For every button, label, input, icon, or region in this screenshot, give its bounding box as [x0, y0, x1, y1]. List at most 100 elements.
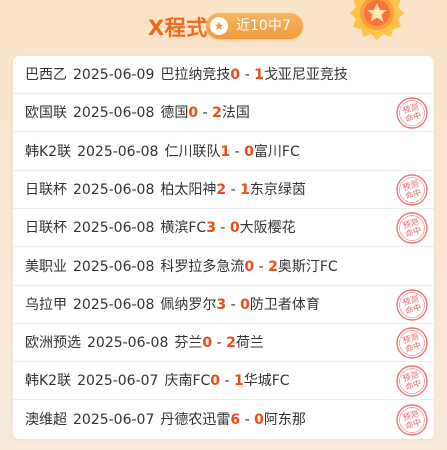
prediction-hit-stamp: 预测命中: [396, 212, 428, 244]
page-title: X程式: [148, 16, 208, 40]
prediction-hit-stamp: 预测命中: [396, 403, 428, 436]
home-team: 佩纳罗尔: [160, 296, 217, 313]
match-row[interactable]: 日联杯 2025-06-08 柏太阳神2 - 1东京绿茵 预测 命中: [13, 171, 434, 209]
home-score: 0: [230, 67, 241, 83]
score-separator: -: [226, 296, 241, 313]
home-team: 芬兰: [174, 335, 203, 352]
score-separator: -: [240, 411, 255, 428]
match-text: 日联杯 2025-06-08 柏太阳神2 - 1东京绿茵: [25, 171, 306, 209]
home-team: 科罗拉多急流: [160, 258, 245, 275]
away-score: 0: [240, 296, 250, 313]
league-name: 欧国联: [25, 105, 67, 122]
match-date: 2025-06-08: [77, 143, 159, 160]
score-separator: -: [220, 373, 234, 390]
score-separator: -: [226, 181, 241, 198]
league-name: 韩K2联: [25, 143, 72, 160]
home-team: 德国: [160, 105, 189, 122]
home-team: 巴拉纳竞技: [160, 67, 231, 83]
match-row[interactable]: 韩K2联 2025-06-08 仁川联队1 - 0富川FC: [13, 133, 434, 171]
match-list: 巴西乙 2025-06-09 巴拉纳竞技0 - 1戈亚尼亚竞技 欧国联 2025-06-…: [13, 56, 434, 439]
match-date: 2025-06-07: [77, 373, 159, 390]
match-text: 韩K2联 2025-06-08 仁川联队1 - 0富川FC: [25, 133, 300, 171]
home-score: 0: [188, 105, 199, 122]
match-date: 2025-06-09: [73, 67, 155, 83]
record-badge-label: 近10中7: [236, 18, 291, 34]
record-badge: ★ 近10中7: [206, 13, 303, 39]
home-score: 0: [244, 258, 255, 275]
match-text: 巴西乙 2025-06-09 巴拉纳竞技0 - 1戈亚尼亚竞技: [25, 56, 348, 94]
league-name: 乌拉甲: [25, 296, 67, 313]
match-date: 2025-06-07: [73, 411, 155, 428]
away-team: 东京绿茵: [249, 181, 306, 198]
league-name: 澳维超: [25, 411, 67, 428]
match-row[interactable]: 巴西乙 2025-06-09 巴拉纳竞技0 - 1戈亚尼亚竞技: [13, 56, 434, 94]
league-name: 日联杯: [25, 181, 67, 198]
match-date: 2025-06-08: [73, 296, 155, 313]
match-text: 乌拉甲 2025-06-08 佩纳罗尔3 - 0防卫者体育: [25, 286, 320, 324]
league-name: 韩K2联: [25, 373, 72, 390]
away-score: 1: [254, 67, 264, 83]
league-name: 欧洲预选: [25, 335, 81, 352]
away-team: 大阪樱花: [239, 220, 296, 237]
home-team: 丹德农迅雷: [160, 411, 231, 428]
home-score: 0: [210, 373, 221, 390]
away-team: 戈亚尼亚竞技: [263, 67, 348, 83]
match-text: 澳维超 2025-06-07 丹德农迅雷6 - 0阿东那: [25, 401, 306, 439]
home-score: 3: [206, 220, 216, 237]
match-row[interactable]: 欧国联 2025-06-08 德国0 - 2法国 预测 命中: [13, 94, 434, 133]
league-name: 日联杯: [25, 220, 67, 237]
prediction-hit-stamp: 预测命中: [396, 174, 428, 206]
score-separator: -: [230, 143, 245, 160]
home-team: 庆南FC: [164, 373, 211, 390]
home-score: 2: [216, 181, 227, 198]
match-row[interactable]: 日联杯 2025-06-08 横滨FC3 - 0大阪樱花 预测 命中: [13, 209, 434, 248]
match-date: 2025-06-08: [73, 181, 155, 198]
league-name: 美职业: [25, 258, 67, 275]
match-date: 2025-06-08: [87, 335, 169, 352]
match-row[interactable]: 韩K2联 2025-06-07 庆南FC0 - 1华城FC 预测 命中: [13, 362, 434, 401]
away-score: 1: [240, 181, 250, 198]
prediction-hit-stamp: 预测命中: [396, 365, 428, 398]
prediction-hit-stamp: 预测命中: [396, 289, 428, 321]
league-name: 巴西乙: [25, 67, 67, 83]
match-date: 2025-06-08: [73, 220, 155, 237]
away-score: 2: [212, 105, 222, 122]
score-separator: -: [212, 335, 227, 352]
away-team: 荷兰: [235, 335, 264, 352]
score-separator: -: [240, 67, 255, 83]
match-row[interactable]: 欧洲预选 2025-06-08 芬兰0 - 2荷兰 预测 命中: [13, 324, 434, 363]
match-text: 韩K2联 2025-06-07 庆南FC0 - 1华城FC: [25, 362, 290, 400]
match-text: 美职业 2025-06-08 科罗拉多急流0 - 2奥斯汀FC: [25, 248, 338, 286]
away-team: 富川FC: [253, 143, 300, 160]
prediction-hit-stamp: 预测命中: [396, 97, 428, 129]
match-date: 2025-06-08: [73, 105, 155, 122]
home-score: 0: [202, 335, 213, 352]
away-score: 1: [234, 373, 244, 390]
score-separator: -: [198, 105, 213, 122]
score-separator: -: [215, 220, 230, 237]
away-score: 2: [226, 335, 236, 352]
home-team: 仁川联队: [164, 143, 221, 160]
prediction-hit-stamp: 预测命中: [396, 327, 428, 359]
home-score: 6: [230, 411, 241, 428]
away-team: 阿东那: [263, 411, 306, 428]
away-score: 0: [244, 143, 254, 160]
home-score: 1: [220, 143, 231, 160]
away-team: 法国: [221, 105, 250, 122]
home-score: 3: [216, 296, 227, 313]
score-separator: -: [254, 258, 269, 275]
match-text: 欧洲预选 2025-06-08 芬兰0 - 2荷兰: [25, 324, 264, 362]
away-team: 华城FC: [243, 373, 290, 390]
away-team: 奥斯汀FC: [277, 258, 338, 275]
home-team: 柏太阳神: [160, 181, 217, 198]
medal-icon: [350, 0, 404, 40]
match-row[interactable]: 澳维超 2025-06-07 丹德农迅雷6 - 0阿东那 预测 命中: [13, 401, 434, 439]
away-score: 0: [254, 411, 264, 428]
star-icon: ★: [210, 17, 228, 35]
match-row[interactable]: 美职业 2025-06-08 科罗拉多急流0 - 2奥斯汀FC: [13, 248, 434, 286]
header: X程式 ★ 近10中7: [0, 0, 447, 56]
away-team: 防卫者体育: [249, 296, 320, 313]
match-row[interactable]: 乌拉甲 2025-06-08 佩纳罗尔3 - 0防卫者体育 预测 命中: [13, 286, 434, 324]
away-score: 2: [268, 258, 278, 275]
away-score: 0: [229, 220, 240, 237]
